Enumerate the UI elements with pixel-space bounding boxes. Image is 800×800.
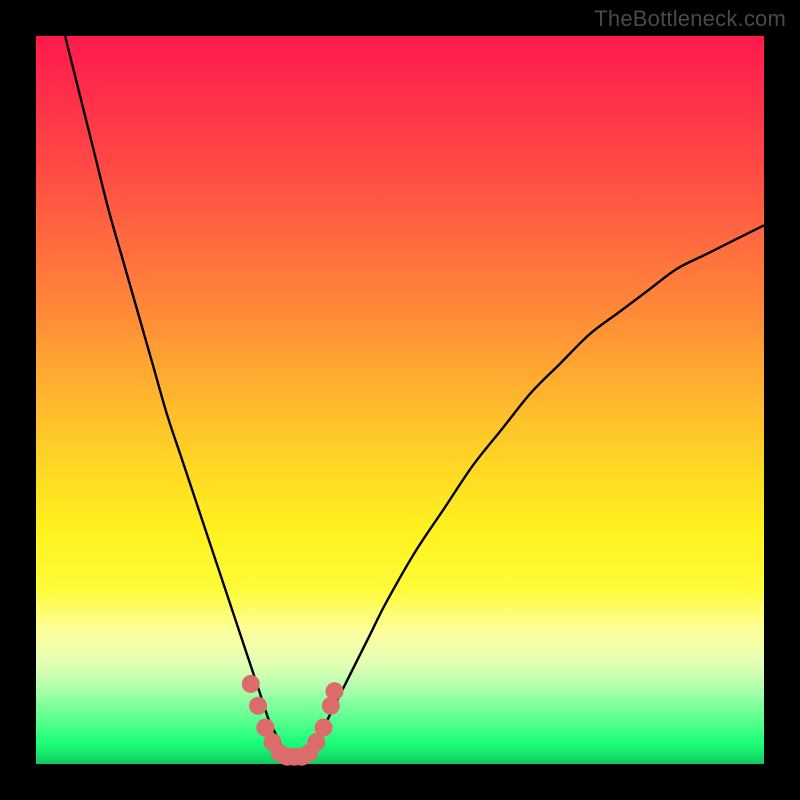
curve-path (65, 36, 764, 757)
bottleneck-curve (36, 36, 764, 764)
curve-marker (249, 697, 267, 715)
curve-markers (242, 675, 344, 766)
chart-frame: TheBottleneck.com (0, 0, 800, 800)
curve-marker (315, 719, 333, 737)
curve-marker (325, 682, 343, 700)
curve-marker (242, 675, 260, 693)
plot-area (36, 36, 764, 764)
watermark-text: TheBottleneck.com (594, 6, 786, 32)
